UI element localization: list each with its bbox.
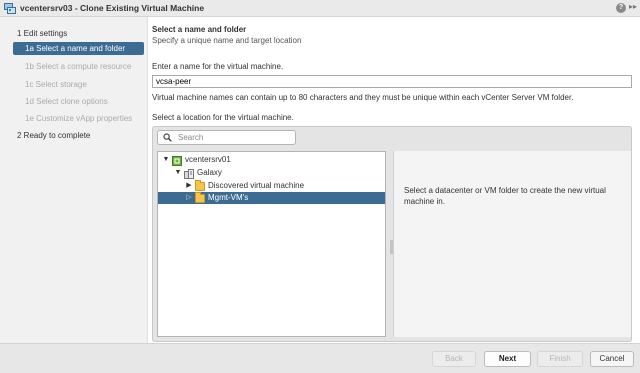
step-select-name-and-folder[interactable]: 1a Select a name and folder [13, 42, 144, 55]
tree-node-label: Mgmt-VM's [208, 193, 249, 202]
wizard-steps-sidebar: 1 Edit settings 1a Select a name and fol… [0, 17, 148, 343]
main-content: Select a name and folder Specify a uniqu… [152, 17, 640, 343]
inventory-tree: ▼ vcentersrv01 ▼ Galaxy ▶ Discovered vir… [157, 151, 386, 337]
virtual-machine-icon [4, 2, 16, 14]
step-ready-to-complete[interactable]: 2 Ready to complete [0, 129, 148, 142]
wizard-footer: Back Next Finish Cancel [0, 343, 640, 373]
step-select-storage: 1c Select storage [25, 80, 87, 89]
tree-node-galaxy[interactable]: ▼ Galaxy [174, 167, 222, 179]
vm-name-hint: Virtual machine names can contain up to … [152, 93, 574, 102]
next-button[interactable]: Next [484, 351, 531, 367]
folder-icon [195, 179, 205, 191]
page-subheading: Specify a unique name and target locatio… [152, 36, 302, 45]
page-heading: Select a name and folder [152, 25, 247, 34]
location-details-pane: Select a datacenter or VM folder to crea… [393, 151, 631, 337]
cancel-button[interactable]: Cancel [590, 351, 634, 367]
location-panel: ▼ vcentersrv01 ▼ [152, 126, 632, 342]
expand-toggle-icon[interactable]: ▷ [185, 192, 193, 204]
tree-node-vcentersrv01[interactable]: ▼ vcentersrv01 [162, 154, 231, 166]
step-customize-vapp-properties: 1e Customize vApp properties [25, 114, 133, 123]
search-icon [163, 133, 172, 142]
step-select-compute-resource: 1b Select a compute resource [25, 62, 132, 71]
tree-node-mgmt-vms[interactable]: ▷ Mgmt-VM's [158, 191, 385, 204]
collapse-toggle-icon[interactable]: ▼ [174, 167, 182, 179]
location-label: Select a location for the virtual machin… [152, 113, 294, 122]
search-box[interactable] [157, 130, 296, 145]
tree-node-label: Galaxy [197, 168, 222, 177]
expand-icon[interactable]: ▸▸ [629, 2, 637, 11]
help-icon[interactable]: ? [616, 3, 626, 13]
collapse-toggle-icon[interactable]: ▼ [162, 154, 170, 166]
title-bar: vcentersrv03 - Clone Existing Virtual Ma… [0, 0, 640, 17]
finish-button[interactable]: Finish [537, 351, 583, 367]
back-button[interactable]: Back [432, 351, 476, 367]
window-title: vcentersrv03 - Clone Existing Virtual Ma… [20, 3, 205, 13]
step-select-clone-options: 1d Select clone options [25, 97, 108, 106]
vcenter-icon [172, 155, 182, 166]
datacenter-icon [184, 168, 194, 179]
tree-node-label: vcentersrv01 [185, 155, 231, 164]
step-edit-settings[interactable]: 1 Edit settings [0, 27, 148, 40]
search-input[interactable] [178, 133, 288, 142]
expand-toggle-icon[interactable]: ▶ [185, 180, 193, 192]
tree-node-discovered-virtual-machine[interactable]: ▶ Discovered virtual machine [185, 179, 305, 192]
folder-icon [195, 191, 205, 203]
location-instructions: Select a datacenter or VM folder to crea… [404, 186, 606, 206]
vm-name-label: Enter a name for the virtual machine. [152, 62, 284, 71]
vm-name-input[interactable] [152, 75, 632, 88]
tree-node-label: Discovered virtual machine [208, 181, 305, 190]
